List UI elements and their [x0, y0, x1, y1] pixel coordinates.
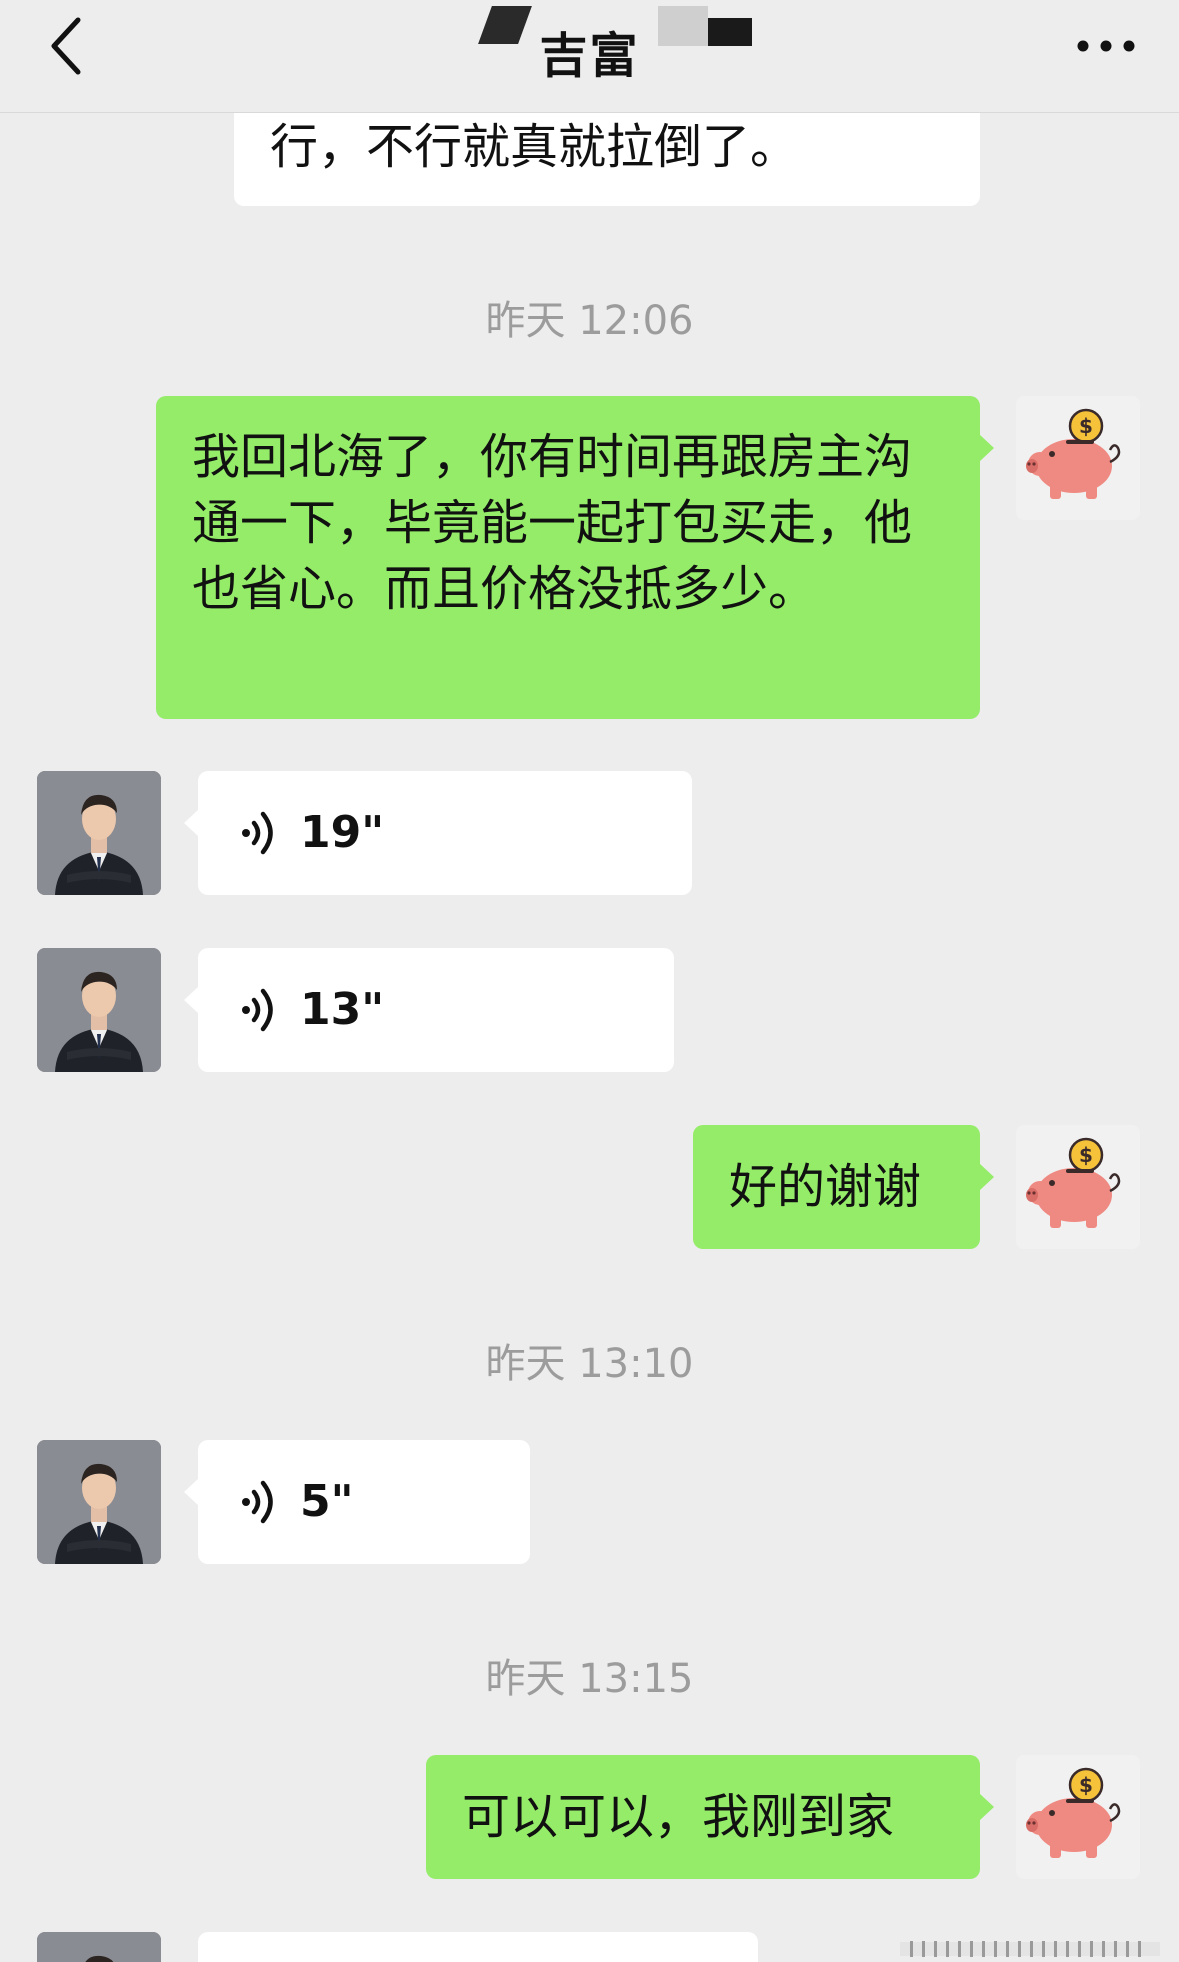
piggy-bank-icon: $ [1026, 1767, 1121, 1858]
chat-screen: 吉富 行，不行就真就拉倒了。 昨天 12:06 我回北海了，你有时间再跟房主沟通… [0, 0, 1179, 1962]
svg-text:$: $ [1079, 414, 1093, 438]
contact-avatar[interactable] [37, 771, 161, 895]
man-in-suit-photo [37, 1440, 161, 1564]
chat-header: 吉富 [0, 0, 1179, 113]
message-text: 我回北海了，你有时间再跟房主沟通一下，毕竟能一起打包买走，他也省心。而且价格没抵… [192, 429, 913, 617]
chat-title: 吉富 [539, 28, 640, 84]
message-bubble-received[interactable] [198, 1932, 758, 1962]
more-horizontal-icon [1077, 40, 1135, 52]
my-avatar[interactable]: $ [1016, 396, 1140, 520]
voice-play-icon [242, 988, 273, 1032]
voice-message[interactable]: 13" [184, 948, 674, 1072]
voice-message-content: 13" [198, 948, 674, 1072]
voice-message[interactable]: 19" [184, 771, 692, 895]
contact-avatar[interactable] [37, 948, 161, 1072]
svg-text:$: $ [1079, 1143, 1093, 1167]
message-bubble-sent[interactable]: 好的谢谢 [693, 1125, 994, 1249]
man-in-suit-photo [37, 771, 161, 895]
message-text: 可以可以，我刚到家 [462, 1789, 895, 1845]
watermark-mark [900, 1938, 1160, 1960]
voice-play-icon [242, 1480, 273, 1524]
message-bubble-sent[interactable]: 可以可以，我刚到家 [426, 1755, 994, 1879]
contact-avatar[interactable] [37, 1440, 161, 1564]
piggy-bank-icon: $ [1026, 1137, 1121, 1228]
voice-play-icon [242, 811, 273, 855]
piggy-bank-icon: $ [1026, 408, 1121, 499]
svg-text:$: $ [1079, 1773, 1093, 1797]
man-in-suit-photo [37, 1932, 161, 1962]
voice-duration: 19" [300, 807, 385, 858]
contact-avatar[interactable] [37, 1932, 161, 1962]
voice-message-content: 5" [198, 1440, 530, 1564]
message-bubble-sent[interactable]: 我回北海了，你有时间再跟房主沟通一下，毕竟能一起打包买走，他也省心。而且价格没抵… [156, 396, 994, 719]
voice-message[interactable]: 5" [184, 1440, 530, 1564]
my-avatar[interactable]: $ [1016, 1125, 1140, 1249]
my-avatar[interactable]: $ [1016, 1755, 1140, 1879]
timestamp: 昨天 13:15 [485, 1656, 694, 1702]
voice-duration: 5" [300, 1476, 354, 1527]
timestamp: 昨天 13:10 [485, 1341, 694, 1387]
timestamp: 昨天 12:06 [485, 298, 694, 344]
man-in-suit-photo [37, 948, 161, 1072]
message-text: 好的谢谢 [729, 1159, 922, 1215]
redaction-mark [658, 6, 708, 46]
redaction-mark [708, 18, 752, 46]
voice-message-content: 19" [198, 771, 692, 895]
more-button[interactable] [1071, 22, 1141, 70]
voice-duration: 13" [300, 984, 385, 1035]
